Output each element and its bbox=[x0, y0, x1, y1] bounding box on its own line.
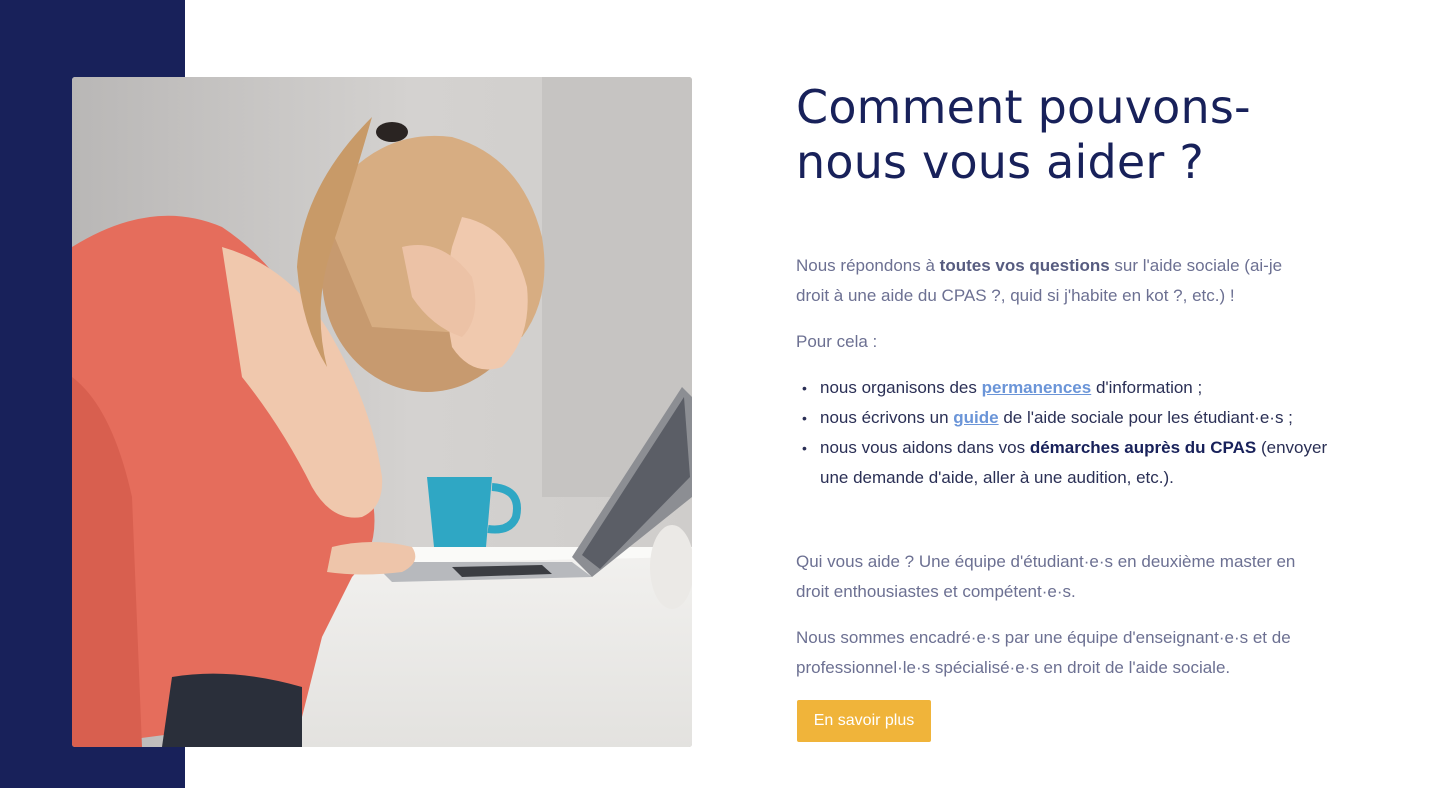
intro-paragraph: Nous répondons à toutes vos questions su… bbox=[796, 256, 1283, 305]
team-paragraph: Qui vous aide ? Une équipe d'étudiant·e·… bbox=[796, 552, 1296, 601]
section-title: Comment pouvons- nous vous aider ? bbox=[796, 80, 1316, 190]
cpas-emphasis: démarches auprès du CPAS bbox=[1029, 438, 1257, 457]
list-item: nous vous aidons dans vos démarches aupr… bbox=[802, 433, 1330, 493]
permanences-link[interactable]: permanences bbox=[982, 378, 1092, 397]
intro-emphasis: toutes vos questions bbox=[939, 256, 1110, 275]
help-section: Comment pouvons- nous vous aider ? Nous … bbox=[796, 80, 1327, 742]
guide-link[interactable]: guide bbox=[953, 408, 998, 427]
pour-cela-label: Pour cela : bbox=[796, 332, 878, 351]
learn-more-button[interactable]: En savoir plus bbox=[797, 700, 931, 742]
title-line-1: Comment pouvons- bbox=[796, 80, 1251, 134]
list-item: nous écrivons un guide de l'aide sociale… bbox=[802, 403, 1330, 433]
list-item: nous organisons des permanences d'inform… bbox=[802, 373, 1330, 403]
title-line-2: nous vous aider ? bbox=[796, 135, 1204, 189]
services-list: nous organisons des permanences d'inform… bbox=[796, 373, 1330, 493]
stressed-student-photo bbox=[72, 77, 692, 747]
supervision-paragraph: Nous sommes encadré·e·s par une équipe d… bbox=[796, 628, 1291, 677]
